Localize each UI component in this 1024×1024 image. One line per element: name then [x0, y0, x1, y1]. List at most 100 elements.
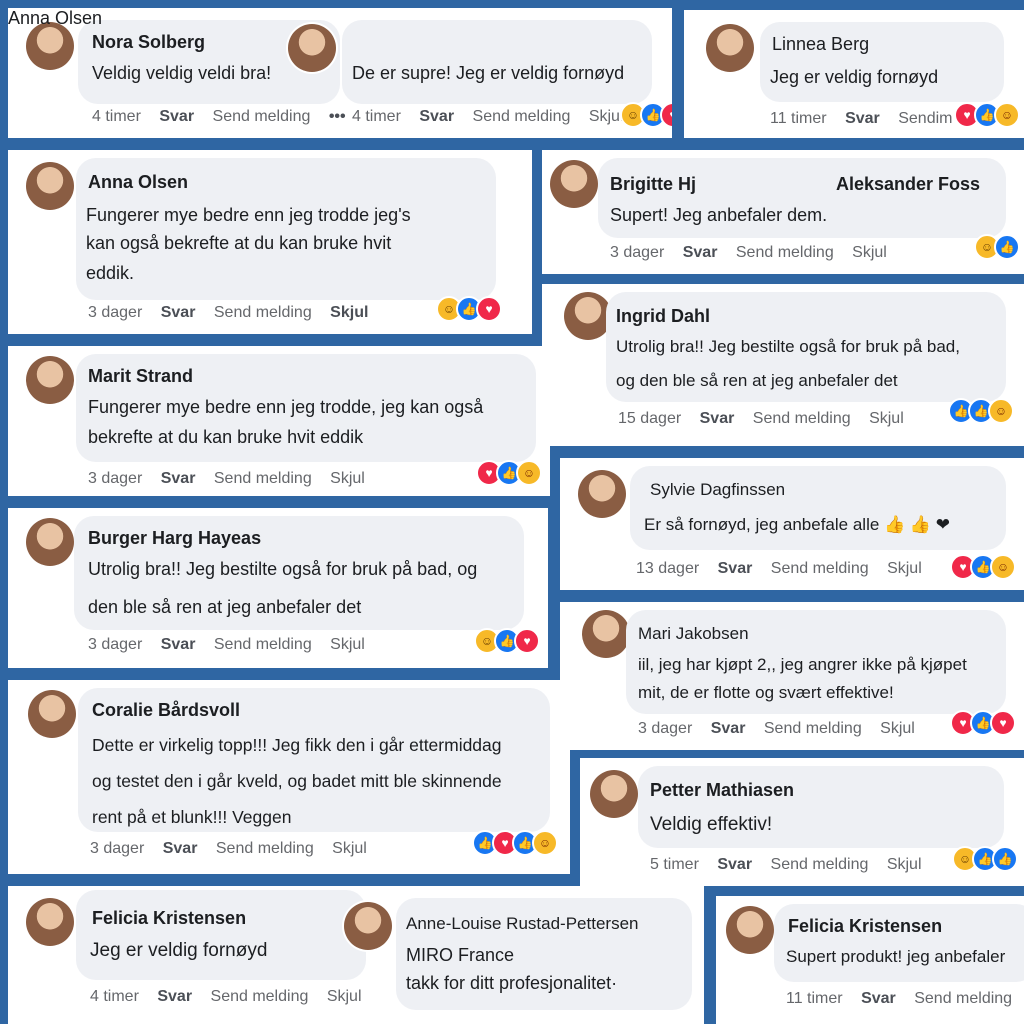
- send-message-button[interactable]: Send melding: [771, 856, 869, 873]
- send-message-button[interactable]: Send melding: [771, 560, 869, 577]
- hide-button[interactable]: Skjul: [589, 108, 624, 125]
- commenter-name[interactable]: Ingrid Dahl: [616, 306, 710, 327]
- comment-meta: 11 timer Svar Sendim: [770, 110, 966, 128]
- timestamp: 3 dager: [88, 636, 143, 653]
- reaction-icons[interactable]: 👍 ♥ 👍 ☺: [472, 830, 558, 856]
- hide-button[interactable]: Skjul: [330, 636, 365, 653]
- send-message-button[interactable]: Send melding: [214, 470, 312, 487]
- reaction-icons[interactable]: ☺ 👍: [974, 234, 1020, 260]
- hide-button[interactable]: Skjul: [880, 720, 915, 737]
- comment-meta: 3 dager Svar Send melding Skjul: [610, 244, 901, 262]
- commenter-name[interactable]: Anna Olsen: [8, 8, 102, 29]
- reaction-icons[interactable]: ☺ 👍 ♥: [474, 628, 540, 654]
- comment-meta: 13 dager Svar Send melding Skjul: [636, 560, 936, 578]
- hide-button[interactable]: Skjul: [887, 560, 922, 577]
- avatar[interactable]: [550, 160, 598, 208]
- send-message-button[interactable]: Send melding: [914, 990, 1012, 1007]
- comment-meta: 3 dager Svar Send melding Skjul: [638, 720, 929, 738]
- reaction-icons[interactable]: ☺ 👍 ♥: [436, 296, 502, 322]
- reply-button[interactable]: Svar: [683, 244, 718, 261]
- hide-button[interactable]: Skjul: [330, 470, 365, 487]
- reply-button[interactable]: Svar: [861, 990, 896, 1007]
- reaction-icons[interactable]: 👍 👍 ☺: [948, 398, 1014, 424]
- commenter-name[interactable]: Brigitte Hj: [610, 174, 696, 195]
- comment-text: takk for ditt profesjonalitet·: [406, 973, 618, 993]
- hide-button[interactable]: Skjul: [327, 988, 362, 1005]
- avatar[interactable]: [578, 470, 626, 518]
- commenter-name[interactable]: Anna Olsen: [88, 172, 188, 193]
- commenter-name[interactable]: Felicia Kristensen: [788, 916, 942, 937]
- reply-button[interactable]: Svar: [161, 304, 196, 321]
- send-message-button[interactable]: Send melding: [211, 988, 309, 1005]
- send-message-button[interactable]: Send melding: [473, 108, 571, 125]
- reply-button[interactable]: Svar: [711, 720, 746, 737]
- avatar[interactable]: [26, 898, 74, 946]
- send-message-button[interactable]: Send melding: [214, 304, 312, 321]
- comment-text: Supert produkt! jeg anbefaler: [786, 947, 1006, 966]
- comment-text: bekrefte at du kan bruke hvit eddik: [88, 427, 364, 447]
- reaction-icons[interactable]: ♥ 👍 ☺: [476, 460, 542, 486]
- avatar[interactable]: [28, 690, 76, 738]
- timestamp: 4 timer: [90, 988, 139, 1005]
- comment-text: Jeg er veldig fornøyd: [770, 67, 939, 87]
- reply-button[interactable]: Svar: [700, 410, 735, 427]
- comment-text: Supert! Jeg anbefaler dem.: [610, 205, 828, 225]
- commenter-name[interactable]: Nora Solberg: [92, 32, 205, 53]
- commenter-name[interactable]: Aleksander Foss: [836, 174, 980, 195]
- reply-button[interactable]: Svar: [718, 560, 753, 577]
- comment-card: Felicia Kristensen Jeg er veldig fornøyd…: [8, 886, 704, 1024]
- avatar[interactable]: [726, 906, 774, 954]
- comment-text: rent på et blunk!!! Veggen: [92, 807, 292, 827]
- comment-meta: 3 dager Svar Send melding Skjul: [88, 470, 379, 488]
- commenter-name[interactable]: Anne-Louise Rustad-Pettersen: [406, 914, 638, 934]
- reaction-icons[interactable]: ☺ 👍 ♥: [620, 102, 672, 128]
- reply-button[interactable]: Svar: [163, 840, 198, 857]
- avatar[interactable]: [26, 356, 74, 404]
- send-message-button[interactable]: Send melding: [753, 410, 851, 427]
- reaction-icons[interactable]: ☺ 👍 👍: [952, 846, 1018, 872]
- reply-button[interactable]: Svar: [159, 108, 194, 125]
- commenter-name[interactable]: Coralie Bårdsvoll: [92, 700, 240, 721]
- avatar[interactable]: [288, 24, 336, 72]
- commenter-name[interactable]: Mari Jakobsen: [638, 624, 749, 644]
- commenter-name[interactable]: Felicia Kristensen: [92, 908, 246, 929]
- commenter-name[interactable]: Burger Harg Hayeas: [88, 528, 261, 549]
- commenter-name[interactable]: Linnea Berg: [772, 34, 869, 55]
- commenter-name[interactable]: Marit Strand: [88, 366, 193, 387]
- hide-button[interactable]: Skjul: [852, 244, 887, 261]
- comment-card: Ingrid Dahl Utrolig bra!! Jeg bestilte o…: [542, 284, 1024, 446]
- reaction-icons[interactable]: ♥ 👍 ☺: [954, 102, 1020, 128]
- hide-button[interactable]: Skjul: [330, 304, 368, 321]
- like-icon: 👍: [992, 846, 1018, 872]
- avatar[interactable]: [564, 292, 612, 340]
- send-message-button[interactable]: Send melding: [213, 108, 311, 125]
- send-message-button[interactable]: Send melding: [764, 720, 862, 737]
- reply-button[interactable]: Svar: [157, 988, 192, 1005]
- reply-button[interactable]: Svar: [419, 108, 454, 125]
- hide-button[interactable]: Skjul: [869, 410, 904, 427]
- reply-button[interactable]: Svar: [717, 856, 752, 873]
- reply-button[interactable]: Svar: [161, 636, 196, 653]
- avatar[interactable]: [344, 902, 392, 950]
- commenter-name[interactable]: Petter Mathiasen: [650, 780, 794, 801]
- avatar[interactable]: [582, 610, 630, 658]
- heart-icon: ♥: [990, 710, 1016, 736]
- hide-button[interactable]: Skjul: [887, 856, 922, 873]
- reply-button[interactable]: Svar: [845, 110, 880, 127]
- avatar[interactable]: [26, 518, 74, 566]
- avatar[interactable]: [590, 770, 638, 818]
- commenter-name[interactable]: Sylvie Dagfinssen: [650, 480, 785, 500]
- more-options-icon[interactable]: •••: [329, 108, 346, 125]
- avatar[interactable]: [26, 162, 74, 210]
- reaction-icons[interactable]: ♥ 👍 ☺: [950, 554, 1016, 580]
- send-message-button[interactable]: Send melding: [214, 636, 312, 653]
- send-message-button[interactable]: Send melding: [216, 840, 314, 857]
- reaction-icons[interactable]: ♥ 👍 ♥: [950, 710, 1016, 736]
- send-message-button[interactable]: Send melding: [736, 244, 834, 261]
- reply-button[interactable]: Svar: [161, 470, 196, 487]
- send-message-button[interactable]: Sendim: [898, 110, 952, 127]
- avatar[interactable]: [706, 24, 754, 72]
- hide-button[interactable]: Skjul: [332, 840, 367, 857]
- avatar[interactable]: [26, 22, 74, 70]
- comment-meta: 5 timer Svar Send melding Skjul: [650, 856, 936, 874]
